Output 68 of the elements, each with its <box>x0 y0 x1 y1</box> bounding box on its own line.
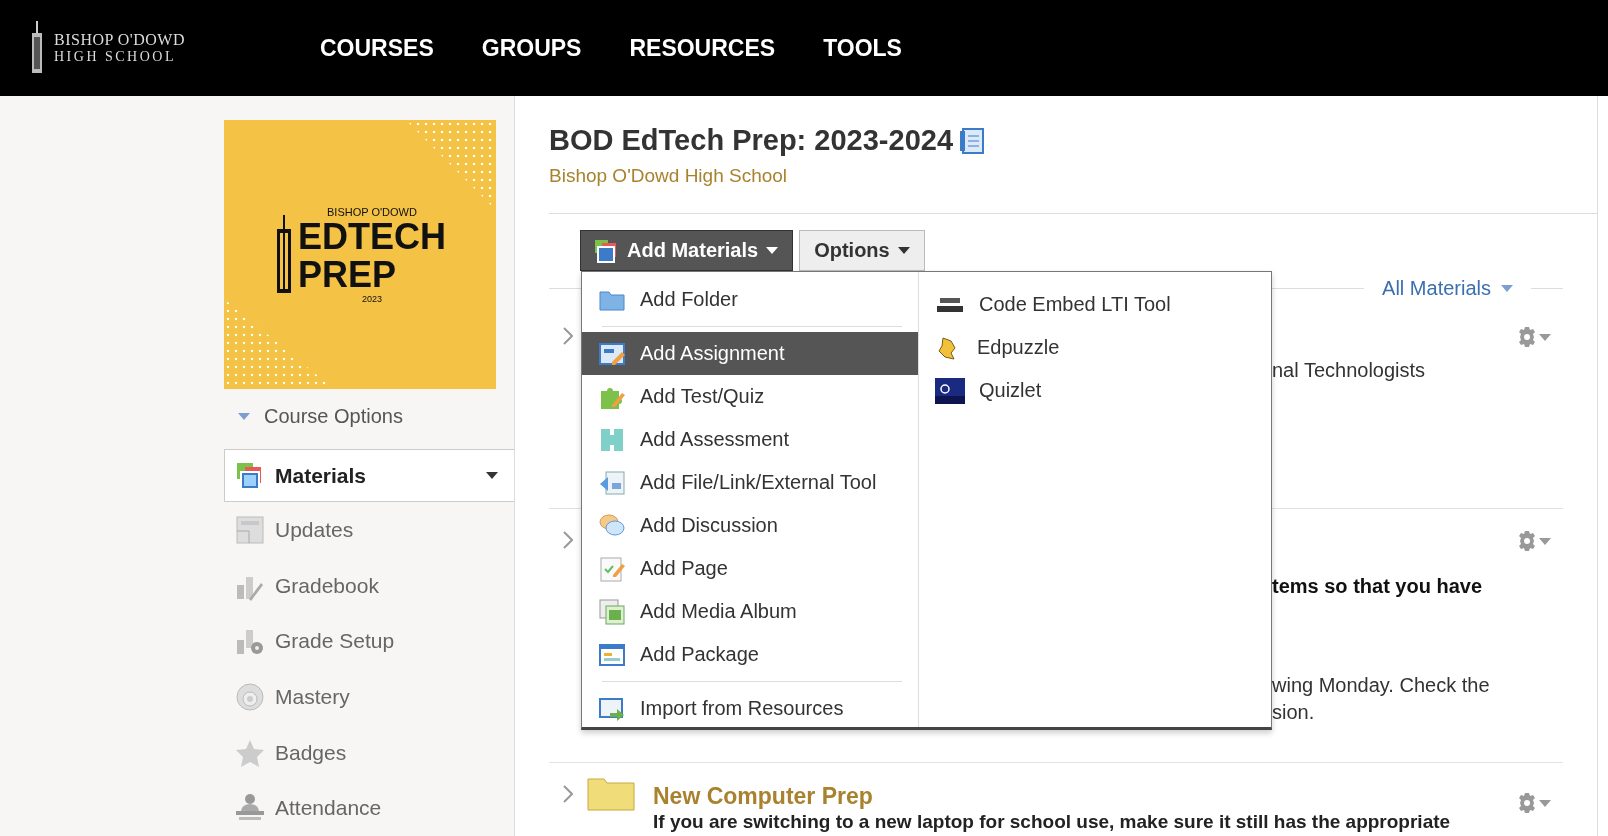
sidebar-item[interactable]: Updates <box>224 502 514 558</box>
chevron-icon[interactable] <box>563 785 573 803</box>
nav-link[interactable]: COURSES <box>320 34 434 62</box>
nav-link[interactable]: GROUPS <box>481 34 582 62</box>
sidebar-item[interactable]: Attendance <box>224 780 514 836</box>
menu-item[interactable]: Add Assessment <box>582 418 918 461</box>
sidebar-item[interactable]: Grade Setup <box>224 613 514 670</box>
gear-menu-button[interactable] <box>1517 529 1551 553</box>
image-title: PREP <box>298 255 397 294</box>
menu-item[interactable]: Add Assignment <box>582 332 918 375</box>
caret-icon <box>1539 333 1551 341</box>
gear-icon <box>1517 793 1537 813</box>
material-description: wing Monday. Check the sion. <box>1272 673 1491 725</box>
image-text: 2023 <box>361 293 382 304</box>
logo-text: HIGH SCHOOL <box>54 48 177 65</box>
folder-title[interactable]: New Computer Prep <box>653 782 873 810</box>
course-options-link[interactable]: Course Options <box>238 397 514 437</box>
chevron-icon[interactable] <box>563 531 573 549</box>
course-title: BOD EdTech Prep: 2023-2024 <box>549 124 954 157</box>
gear-menu-button[interactable] <box>1517 791 1551 815</box>
caret-icon <box>766 247 779 254</box>
folder-description: If you are switching to a new laptop for school use, make sure it still has the appropriate <box>653 811 1452 833</box>
menu-item[interactable]: Add Package <box>582 633 918 676</box>
folder-icon <box>587 775 635 811</box>
menu-item[interactable]: Code Embed LTI Tool <box>919 283 1271 326</box>
filter-dropdown[interactable]: All Materials <box>1382 276 1513 300</box>
menu-item[interactable]: Edpuzzle <box>919 326 1271 369</box>
gear-icon <box>1517 327 1537 347</box>
menu-item[interactable]: Add Media Album <box>582 590 918 633</box>
menu-item[interactable]: Add Test/Quiz <box>582 375 918 418</box>
caret-icon <box>1539 799 1551 807</box>
menu-item[interactable]: Add Folder <box>582 278 918 321</box>
caret-icon <box>486 472 498 480</box>
material-description: nal Technologists <box>1272 358 1427 383</box>
media-album-icon <box>598 597 626 626</box>
updates-icon <box>235 515 265 546</box>
menu-item[interactable]: Quizlet <box>919 369 1271 412</box>
gear-menu-button[interactable] <box>1517 325 1551 349</box>
tower-icon <box>30 21 44 75</box>
menu-item[interactable]: Add Discussion <box>582 504 918 547</box>
gear-icon <box>1517 531 1537 551</box>
tower-icon <box>274 214 294 295</box>
target-icon <box>235 682 265 712</box>
options-button[interactable]: Options <box>799 230 925 271</box>
chevron-icon[interactable] <box>563 327 573 345</box>
materials-icon <box>593 237 619 264</box>
sidebar-item[interactable]: Badges <box>224 724 514 781</box>
caret-icon <box>1539 537 1551 545</box>
menu-item[interactable]: Add Page <box>582 547 918 590</box>
nav-link[interactable]: TOOLS <box>823 34 902 62</box>
caret-icon <box>238 413 250 421</box>
school-link[interactable]: Bishop O'Dowd High School <box>549 165 1597 187</box>
caret-icon <box>897 247 910 254</box>
image-text: BISHOP O'DOWD <box>327 205 417 218</box>
page-edit-icon <box>598 554 626 583</box>
sidebar-item[interactable]: Materials <box>224 448 514 503</box>
nav-link[interactable]: RESOURCES <box>629 34 776 62</box>
menu-item[interactable]: Add File/Link/External Tool <box>582 461 918 504</box>
sidebar-item[interactable]: Gradebook <box>224 557 514 614</box>
file-link-icon <box>598 468 626 497</box>
sidebar-item[interactable]: Mastery <box>224 669 514 725</box>
menu-item[interactable]: Import from Resources <box>582 687 918 727</box>
image-title: EDTECH <box>298 217 446 256</box>
add-materials-button[interactable]: Add Materials <box>580 230 794 271</box>
notebook-icon <box>959 126 986 155</box>
material-description: tems so that you have <box>1272 574 1484 599</box>
logo-text: BISHOP O'DOWD <box>54 31 185 48</box>
caret-icon <box>1501 284 1513 292</box>
